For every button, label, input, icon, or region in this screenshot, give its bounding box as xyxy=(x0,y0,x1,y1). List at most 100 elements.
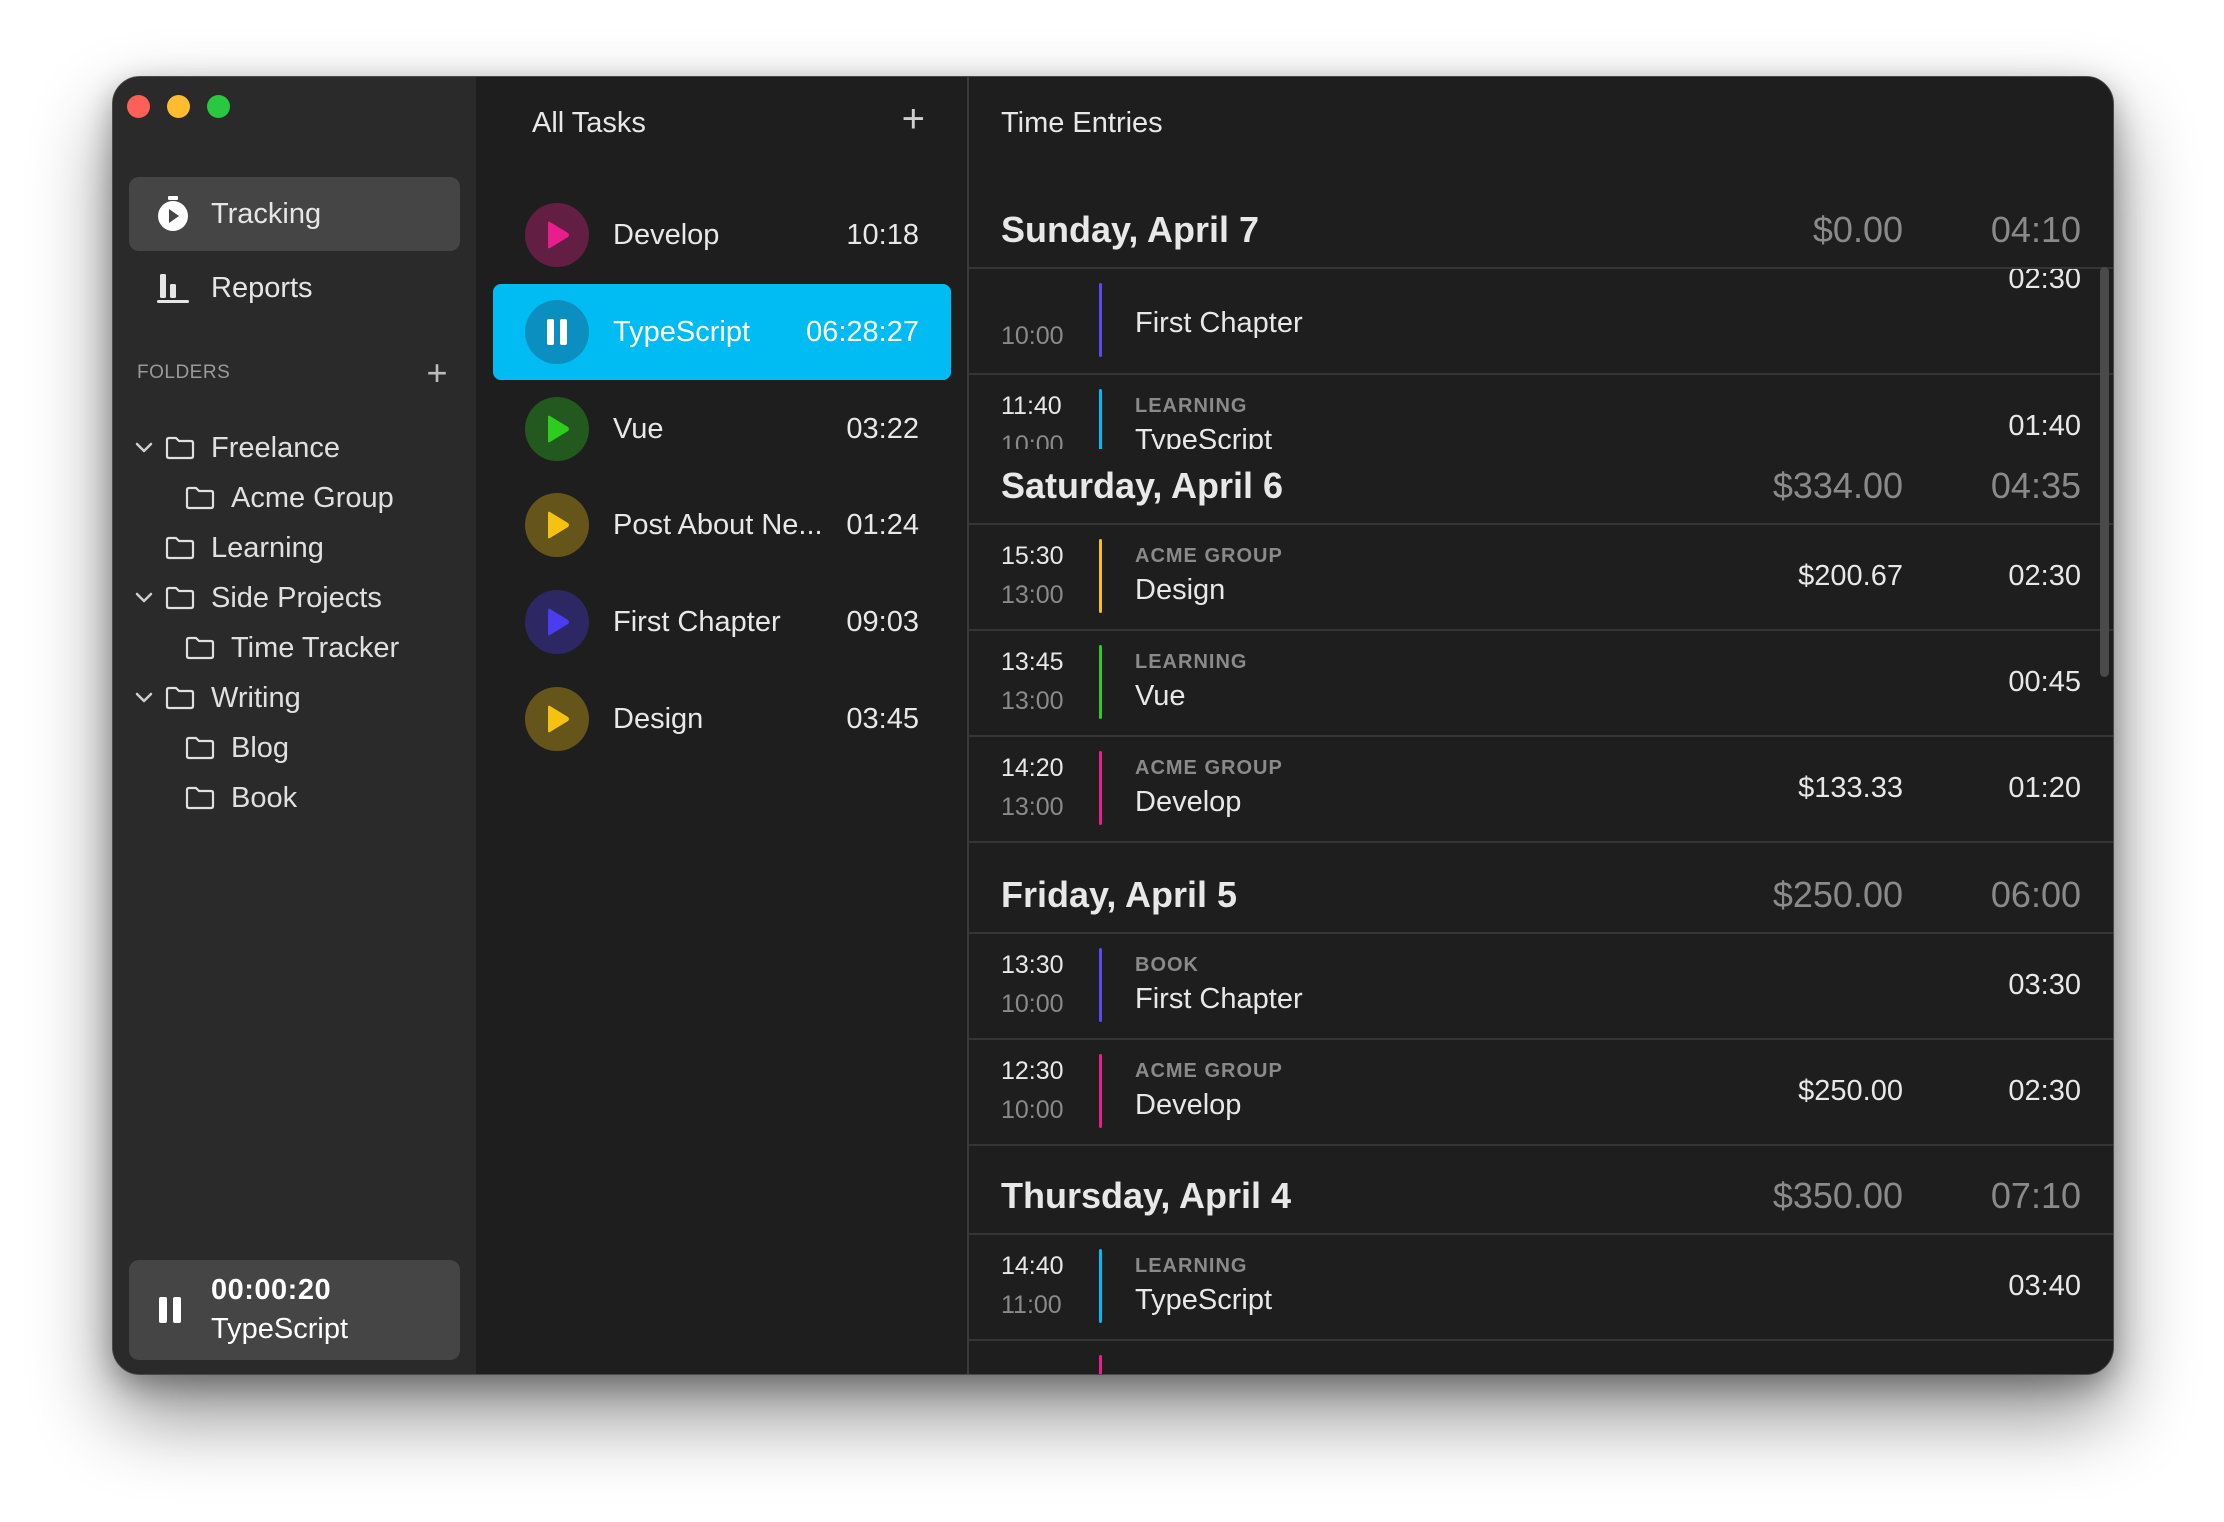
time-entries-list[interactable]: 10:00 First Chapter 02:30 11:40 10:00 LEARNIN… xyxy=(969,197,2113,1374)
entry-task: First Chapter xyxy=(1135,306,1303,339)
minimize-window-button[interactable] xyxy=(167,95,190,118)
entry-body: ACME GROUP Design xyxy=(1135,545,1683,607)
add-task-button[interactable]: + xyxy=(902,97,925,142)
entry-duration: 03:40 xyxy=(2008,1269,2081,1302)
time-entry-row[interactable]: 14:40 11:00 LEARNING TypeScript 03:40 xyxy=(969,1233,2113,1341)
task-item[interactable]: Design 03:45 xyxy=(493,671,951,767)
nav-reports-label: Reports xyxy=(211,271,313,304)
entry-color-bar xyxy=(1099,1249,1102,1323)
play-icon[interactable] xyxy=(525,590,589,654)
time-entry-row[interactable]: 12:30 10:00 ACME GROUP Develop $250.00 02:30 xyxy=(969,1038,2113,1146)
task-name: Vue xyxy=(613,412,664,445)
time-entry-row[interactable]: 15:30 13:00 ACME GROUP Design $200.67 02:30 xyxy=(969,523,2113,631)
pause-icon[interactable] xyxy=(525,300,589,364)
nav-tracking[interactable]: Tracking xyxy=(129,177,460,251)
entry-end-time: 14:40 xyxy=(1001,1252,1064,1280)
time-entries-column: Time Entries 10:00 First Chapter 02:30 11:4… xyxy=(969,77,2113,1374)
entry-amount: $250.00 xyxy=(1798,1074,1903,1107)
tasks-title: All Tasks xyxy=(532,107,646,139)
current-timer[interactable]: 00:00:20 TypeScript xyxy=(129,1260,460,1360)
entry-body: First Chapter xyxy=(1135,301,1683,340)
entry-times: 13:30 10:00 xyxy=(1001,951,1091,1019)
entry-color-bar xyxy=(1099,948,1102,1022)
time-entry-row[interactable]: 13:30 10:00 BOOK First Chapter 03:30 xyxy=(969,932,2113,1040)
day-title: Thursday, April 4 xyxy=(1001,1175,1292,1216)
task-duration: 06:28:27 xyxy=(806,315,919,348)
play-icon[interactable] xyxy=(525,203,589,267)
entry-start-time: 13:00 xyxy=(1001,793,1064,821)
day-header: Friday, April 5 $250.00 06:00 xyxy=(969,858,2113,934)
entry-color-bar xyxy=(1099,539,1102,613)
task-item[interactable]: TypeScript 06:28:27 xyxy=(493,284,951,380)
task-item[interactable]: Vue 03:22 xyxy=(493,381,951,477)
entry-body: LEARNING TypeScript xyxy=(1135,1255,1683,1317)
folder-item[interactable]: Book xyxy=(185,773,297,823)
folder-label: Side Projects xyxy=(211,581,382,614)
entry-duration: 03:30 xyxy=(2008,968,2081,1001)
entry-times: 14:30 xyxy=(1001,1373,1091,1375)
play-icon[interactable] xyxy=(525,397,589,461)
task-duration: 10:18 xyxy=(846,218,919,251)
day-total-duration: 06:00 xyxy=(1990,874,2081,915)
task-item[interactable]: Post About Ne... 01:24 xyxy=(493,477,951,573)
entry-color-bar xyxy=(1099,751,1102,825)
time-entry-row[interactable]: 10:00 First Chapter 02:30 xyxy=(969,263,2113,375)
entry-amount: $200.67 xyxy=(1798,559,1903,592)
play-icon[interactable] xyxy=(525,493,589,557)
day-total-amount: $0.00 xyxy=(1812,209,1903,250)
entry-body: ACME GROUP Develop xyxy=(1135,757,1683,819)
folder-item[interactable]: Freelance xyxy=(131,423,340,473)
folder-label: Writing xyxy=(211,681,301,714)
entry-start-time: 13:00 xyxy=(1001,581,1064,609)
entry-body: BOOK First Chapter xyxy=(1135,954,1683,1016)
time-entry-row[interactable]: 14:20 13:00 ACME GROUP Develop $133.33 01:20 xyxy=(969,735,2113,843)
folder-item[interactable]: Learning xyxy=(131,523,324,573)
stopwatch-icon xyxy=(153,196,193,232)
folder-label: Blog xyxy=(231,731,290,764)
add-folder-button[interactable]: + xyxy=(426,355,448,391)
chevron-down-icon[interactable] xyxy=(131,442,157,454)
entry-task: Develop xyxy=(1135,1089,1242,1121)
folder-item[interactable]: Writing xyxy=(131,673,301,723)
chevron-down-icon[interactable] xyxy=(131,692,157,704)
entry-body: LEARNING Vue xyxy=(1135,651,1683,713)
pause-icon[interactable] xyxy=(157,1296,183,1324)
chevron-down-icon[interactable] xyxy=(131,592,157,604)
play-icon[interactable] xyxy=(525,687,589,751)
entry-end-time: 13:45 xyxy=(1001,648,1064,676)
scrollbar[interactable] xyxy=(2100,267,2109,677)
entry-color-bar xyxy=(1099,1355,1102,1374)
day-total-amount: $334.00 xyxy=(1772,465,1903,506)
time-entry-row[interactable]: 14:30ACME GROUP xyxy=(969,1339,2113,1374)
folder-item[interactable]: Time Tracker xyxy=(185,623,399,673)
day-total-amount: $250.00 xyxy=(1772,874,1903,915)
entry-times: 14:20 13:00 xyxy=(1001,754,1091,822)
folder-item[interactable]: Blog xyxy=(185,723,289,773)
task-item[interactable]: First Chapter 09:03 xyxy=(493,574,951,670)
entry-end-time: 12:30 xyxy=(1001,1057,1064,1085)
day-total-duration: 07:10 xyxy=(1990,1175,2081,1216)
current-timer-task: TypeScript xyxy=(211,1313,348,1345)
entry-color-bar xyxy=(1099,645,1102,719)
zoom-window-button[interactable] xyxy=(207,95,230,118)
close-window-button[interactable] xyxy=(127,95,150,118)
entry-body: LEARNING TypeScript xyxy=(1135,395,1683,457)
folder-item[interactable]: Acme Group xyxy=(185,473,394,523)
nav-tracking-label: Tracking xyxy=(211,197,322,230)
entry-end-time: 15:30 xyxy=(1001,542,1064,570)
folder-label: Freelance xyxy=(211,431,340,464)
folder-item[interactable]: Side Projects xyxy=(131,573,382,623)
folder-icon xyxy=(165,686,195,710)
entry-task: TypeScript xyxy=(1135,1284,1272,1316)
task-item[interactable]: Develop 10:18 xyxy=(493,187,951,283)
entry-task: First Chapter xyxy=(1135,983,1303,1015)
nav-reports[interactable]: Reports xyxy=(129,251,460,325)
entry-times: 10:00 xyxy=(1001,290,1091,351)
entry-duration: 00:45 xyxy=(2008,665,2081,698)
entry-times: 15:30 13:00 xyxy=(1001,542,1091,610)
folder-label: Time Tracker xyxy=(231,631,400,664)
folder-icon xyxy=(185,636,215,660)
entry-duration: 01:20 xyxy=(2008,771,2081,804)
time-entry-row[interactable]: 13:45 13:00 LEARNING Vue 00:45 xyxy=(969,629,2113,737)
day-total-amount: $350.00 xyxy=(1772,1175,1903,1216)
